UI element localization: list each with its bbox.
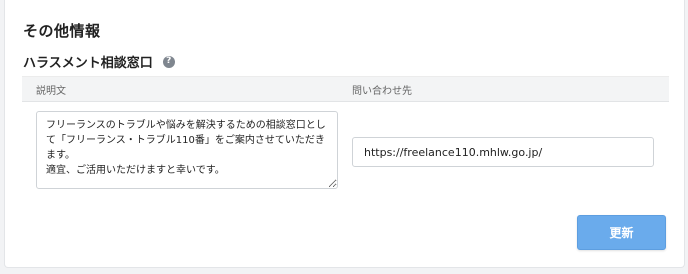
update-button[interactable]: 更新 [577, 215, 666, 250]
description-cell: フリーランスのトラブルや悩みを解決するための相談窓口として「フリーランス・トラブ… [22, 111, 338, 193]
column-header-contact: 問い合わせ先 [352, 85, 412, 97]
contact-cell [338, 137, 669, 167]
help-icon[interactable]: ? [162, 55, 175, 68]
description-textarea[interactable]: フリーランスのトラブルや悩みを解決するための相談窓口として「フリーランス・トラブ… [36, 111, 338, 189]
harassment-table: 説明文 問い合わせ先 フリーランスのトラブルや悩みを解決するための相談窓口として… [22, 76, 669, 202]
table-row: フリーランスのトラブルや悩みを解決するための相談窓口として「フリーランス・トラブ… [22, 102, 669, 202]
section-title: その他情報 [23, 22, 101, 40]
settings-card: その他情報 ハラスメント相談窓口 ? 説明文 問い合わせ先 フリーランスのトラブ… [4, 0, 685, 268]
table-header: 説明文 問い合わせ先 [22, 76, 669, 102]
contact-url-input[interactable] [352, 137, 654, 167]
column-header-description: 説明文 [36, 85, 66, 97]
harassment-title: ハラスメント相談窓口 ? [23, 52, 175, 71]
harassment-title-label: ハラスメント相談窓口 [23, 56, 153, 71]
